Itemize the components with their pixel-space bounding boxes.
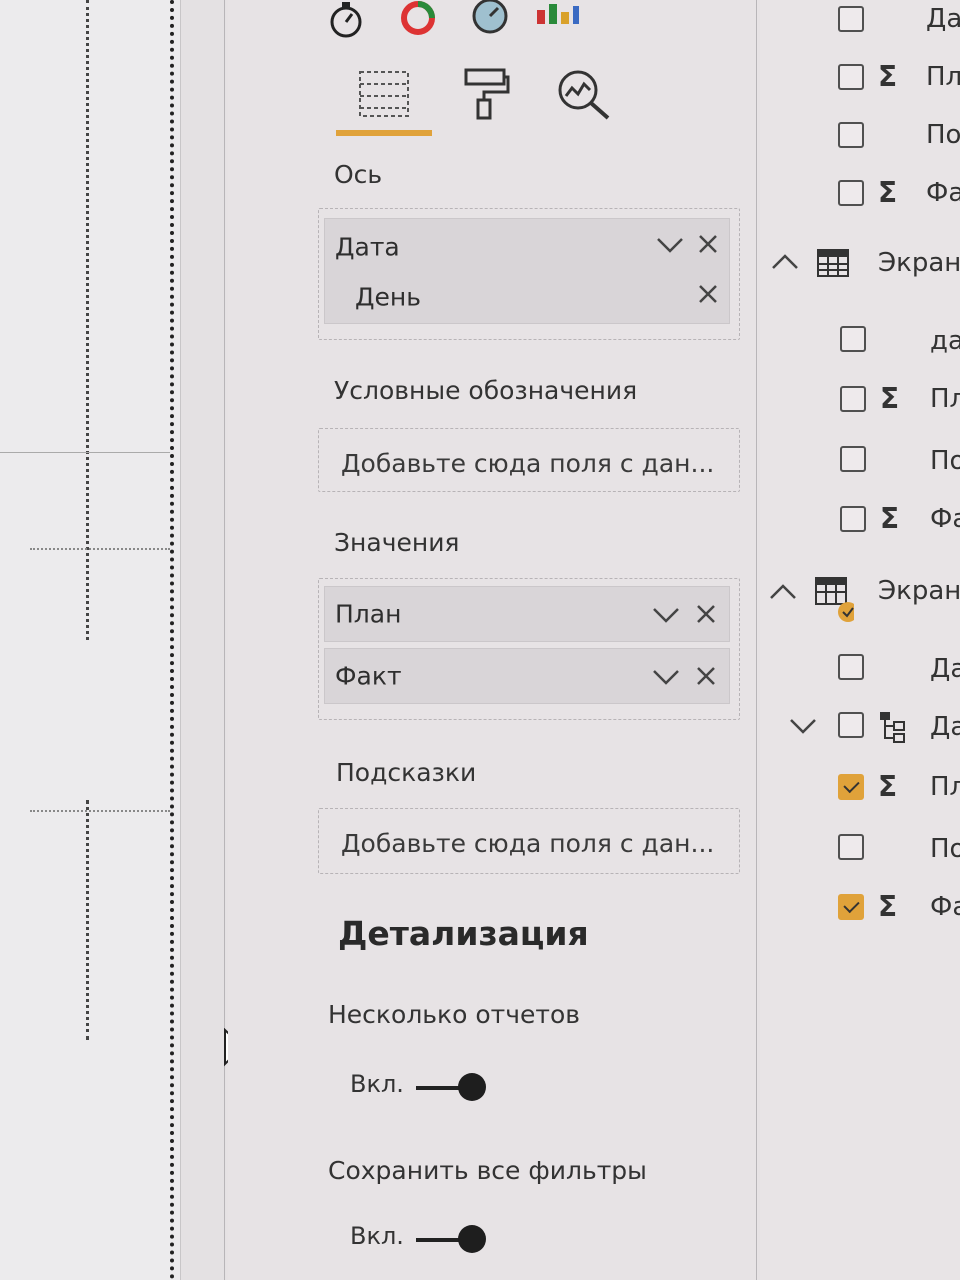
canvas-gridline <box>30 810 170 812</box>
field-name[interactable]: Пл <box>930 384 960 414</box>
field-checkbox-checked[interactable] <box>838 774 864 800</box>
analytics-magnifier-icon[interactable] <box>554 66 614 126</box>
sigma-icon: Σ <box>878 770 898 803</box>
field-checkbox[interactable] <box>840 386 866 412</box>
visualizations-pane: Ось Дата День Условные обозначения Добав… <box>228 0 758 1280</box>
close-icon[interactable] <box>695 603 717 625</box>
table-name[interactable]: Экран <box>878 248 960 278</box>
chevron-up-icon[interactable] <box>770 252 800 272</box>
format-paint-roller-icon[interactable] <box>460 66 512 122</box>
field-checkbox[interactable] <box>840 446 866 472</box>
fields-pane: Да Σ Пл По Σ Фа Экран да Σ Пл По Σ Фа Эк… <box>760 0 960 1280</box>
canvas-gridline <box>86 800 89 1040</box>
keep-filters-toggle[interactable]: Вкл. <box>350 1220 500 1260</box>
chevron-down-icon[interactable] <box>651 605 681 625</box>
active-tab-underline <box>336 130 432 136</box>
field-checkbox[interactable] <box>838 122 864 148</box>
sigma-icon: Σ <box>878 176 898 209</box>
axis-field-day[interactable]: День <box>355 283 421 312</box>
canvas-divider <box>0 452 170 453</box>
field-name[interactable]: Да <box>930 654 960 684</box>
field-name[interactable]: Пл <box>926 62 960 92</box>
close-icon[interactable] <box>695 665 717 687</box>
axis-field-well[interactable]: Дата День <box>324 218 730 324</box>
values-field-plan-label: План <box>335 599 402 629</box>
field-checkbox[interactable] <box>838 64 864 90</box>
toggle-knob <box>458 1225 486 1253</box>
field-checkbox[interactable] <box>838 180 864 206</box>
field-name[interactable]: По <box>926 120 960 150</box>
field-name[interactable]: Фа <box>930 504 960 534</box>
table-icon <box>815 577 854 622</box>
field-checkbox[interactable] <box>838 712 864 738</box>
values-field-fact[interactable]: Факт <box>324 648 730 704</box>
canvas-edge <box>170 0 174 1280</box>
cross-report-state: Вкл. <box>350 1070 404 1098</box>
chevron-up-icon[interactable] <box>768 582 798 602</box>
table-icon <box>817 249 849 277</box>
values-field-plan[interactable]: План <box>324 586 730 642</box>
tooltips-section-label: Подсказки <box>336 758 477 787</box>
sigma-icon: Σ <box>878 890 898 923</box>
field-checkbox-checked[interactable] <box>838 894 864 920</box>
field-name[interactable]: да <box>930 326 960 356</box>
chevron-down-icon[interactable] <box>788 716 818 736</box>
cross-report-toggle[interactable]: Вкл. <box>350 1068 500 1108</box>
field-checkbox[interactable] <box>838 6 864 32</box>
axis-field-date[interactable]: Дата <box>335 233 400 262</box>
cross-report-label: Несколько отчетов <box>328 1000 580 1029</box>
sigma-icon: Σ <box>878 60 898 93</box>
field-name[interactable]: По <box>930 834 960 864</box>
date-hierarchy-icon <box>880 712 905 743</box>
canvas-gridline <box>86 0 89 640</box>
legend-section-label: Условные обозначения <box>334 376 638 405</box>
report-canvas[interactable] <box>0 0 180 1280</box>
field-checkbox[interactable] <box>840 326 866 352</box>
values-section-label: Значения <box>334 528 460 557</box>
field-checkbox[interactable] <box>840 506 866 532</box>
field-name[interactable]: Да <box>926 4 960 34</box>
donut-chart-visual-icon[interactable] <box>398 0 438 40</box>
stopwatch-visual-icon[interactable] <box>328 0 364 40</box>
legend-placeholder: Добавьте сюда поля с дан... <box>341 449 715 478</box>
custom-visual-icon[interactable] <box>533 0 581 30</box>
field-name[interactable]: Пл <box>930 772 960 802</box>
pane-gutter <box>180 0 226 1280</box>
sigma-icon: Σ <box>880 502 900 535</box>
keep-filters-label: Сохранить все фильтры <box>328 1156 647 1185</box>
tooltips-placeholder: Добавьте сюда поля с дан... <box>341 829 715 858</box>
toggle-knob <box>458 1073 486 1101</box>
sigma-icon: Σ <box>880 382 900 415</box>
field-name[interactable]: По <box>930 446 960 476</box>
field-name[interactable]: Фа <box>930 892 960 922</box>
axis-section-label: Ось <box>334 160 383 189</box>
table-name[interactable]: Экран <box>878 576 960 606</box>
fields-tab-icon[interactable] <box>356 66 412 122</box>
tooltips-drop-zone[interactable]: Добавьте сюда поля с дан... <box>318 808 740 874</box>
legend-drop-zone[interactable]: Добавьте сюда поля с дан... <box>318 428 740 492</box>
pane-separator <box>224 0 225 1280</box>
field-name[interactable]: Фа <box>926 178 960 208</box>
field-name[interactable]: Да <box>930 712 960 742</box>
close-icon[interactable] <box>697 233 719 255</box>
drillthrough-heading: Детализация <box>338 914 589 953</box>
keep-filters-state: Вкл. <box>350 1222 404 1250</box>
values-field-fact-label: Факт <box>335 661 402 691</box>
field-checkbox[interactable] <box>838 834 864 860</box>
close-icon[interactable] <box>697 283 719 305</box>
chevron-down-icon[interactable] <box>655 235 685 255</box>
gauge-visual-icon[interactable] <box>468 0 512 40</box>
field-checkbox[interactable] <box>838 654 864 680</box>
canvas-gridline <box>30 548 170 550</box>
pane-separator <box>756 0 757 1280</box>
chevron-down-icon[interactable] <box>651 667 681 687</box>
